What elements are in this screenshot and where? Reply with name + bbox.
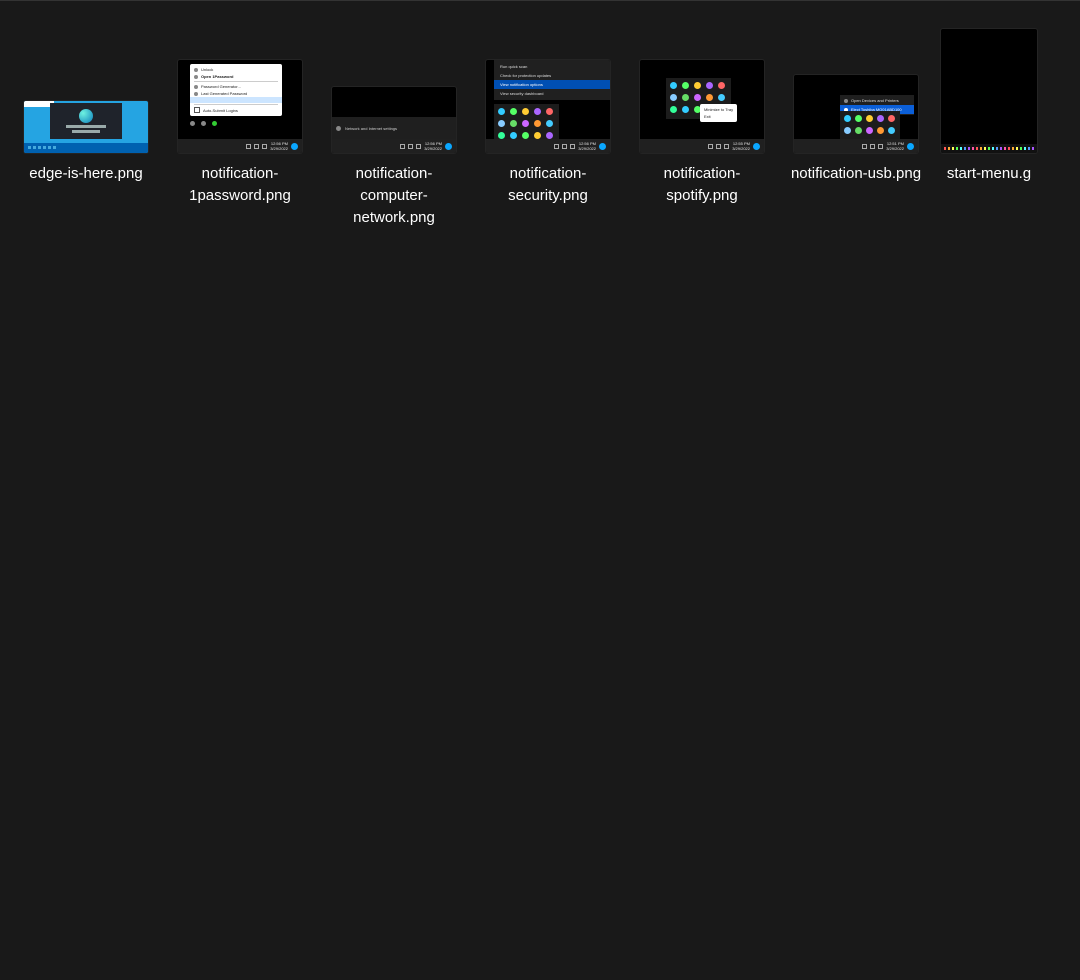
menu-item: Exit [704,113,733,120]
file-label: start-menu.g [941,163,1037,185]
file-item-start-menu[interactable]: start-menu.g [942,29,1036,185]
network-settings-text: Network and Internet settings [345,126,397,131]
clock-date: 3/29/2022 [270,146,288,151]
menu-item: Open Devices and Printers [851,98,899,103]
file-thumbnail [24,29,148,153]
menu-item: Last Generated Password [201,91,247,96]
clock-date: 3/29/2022 [578,146,596,151]
clock-date: 3/29/2022 [732,146,750,151]
start-taskbar [941,144,1037,153]
file-label: notification-spotify.png [634,163,770,207]
file-thumbnail: Unlock Open 1Password Password Generator… [178,29,302,153]
clock-date: 3/29/2022 [886,146,904,151]
file-item-notification-1password[interactable]: Unlock Open 1Password Password Generator… [172,29,308,207]
file-item-edge-is-here[interactable]: edge-is-here.png [18,29,154,185]
menu-item: Run quick scan [494,62,610,71]
file-grid: edge-is-here.png Unlock Open 1Password P… [0,1,1080,229]
file-label: notification-1password.png [172,163,308,207]
file-thumbnail: Network and Internet settings 12:56 PM 3… [332,29,456,153]
file-label: notification-computer-network.png [326,163,462,229]
file-thumbnail: Run quick scan Check for protection upda… [486,29,610,153]
menu-item: View notification options [494,80,610,89]
file-label: edge-is-here.png [18,163,154,185]
menu-item: Auto-Submit Logins [203,108,238,113]
menu-item: Password Generator... [201,84,241,89]
menu-item: View security dashboard [494,89,610,98]
file-item-notification-security[interactable]: Run quick scan Check for protection upda… [480,29,616,207]
menu-item: Minimize to Tray [704,106,733,113]
file-item-notification-usb[interactable]: Open Devices and Printers Eject Toshiba … [788,29,924,185]
file-thumbnail: Open Devices and Printers Eject Toshiba … [794,29,918,153]
menu-item: Check for protection updates [494,71,610,80]
file-thumbnail [941,29,1037,153]
clock-date: 3/29/2022 [424,146,442,151]
file-label: notification-usb.png [788,163,924,185]
file-label: notification-security.png [480,163,616,207]
file-item-notification-spotify[interactable]: Minimize to Tray Exit 12:55 PM 3/29/2022… [634,29,770,207]
file-thumbnail: Minimize to Tray Exit 12:55 PM 3/29/2022 [640,29,764,153]
menu-item: Unlock [201,67,213,72]
menu-item: Open 1Password [201,74,233,79]
file-item-notification-computer-network[interactable]: Network and Internet settings 12:56 PM 3… [326,29,462,229]
menu-item [194,98,254,102]
